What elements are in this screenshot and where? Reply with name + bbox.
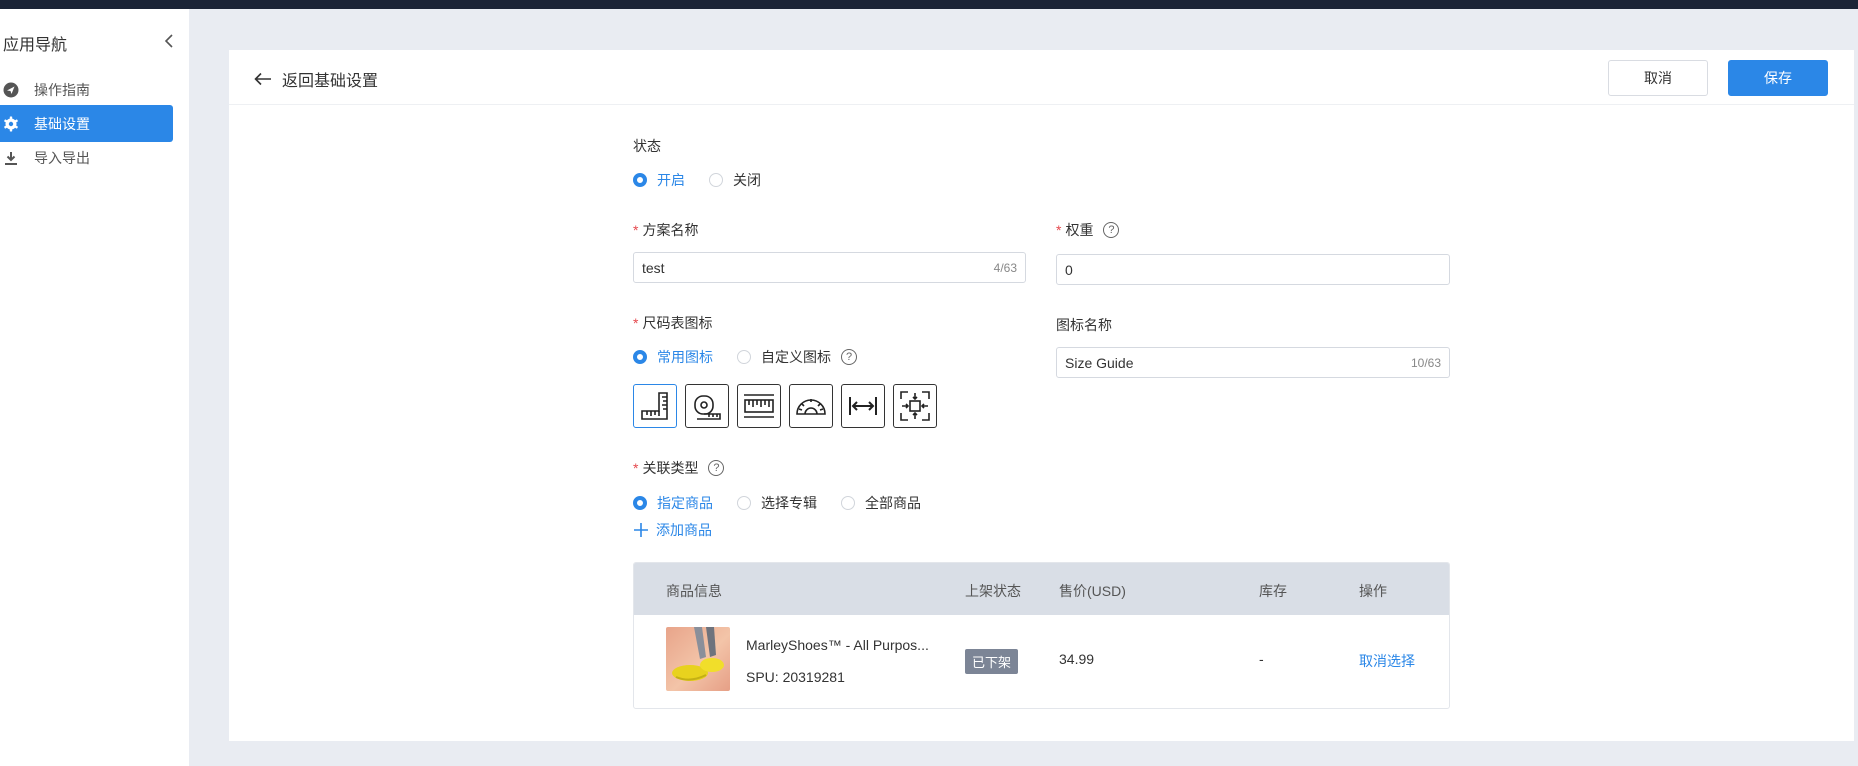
icon-name-field[interactable]: Size Guide 10/63 (1056, 347, 1450, 378)
plan-name-field[interactable]: test 4/63 (633, 252, 1026, 283)
product-price: 34.99 (1059, 651, 1095, 667)
protractor-icon-option[interactable] (789, 384, 833, 428)
column-header: 操作 (1359, 583, 1387, 599)
gear-icon (3, 116, 19, 132)
back-label: 返回基础设置 (282, 73, 379, 90)
plan-name-value: test (642, 259, 665, 276)
icon-name-value: Size Guide (1065, 354, 1134, 371)
arrow-left-icon (254, 72, 271, 86)
common-icon-label: 常用图标 (657, 349, 713, 365)
status-off-radio[interactable]: 关闭 (709, 170, 761, 190)
ruler-corner-icon-option[interactable] (633, 384, 677, 428)
back-button[interactable]: 返回基础设置 (254, 67, 378, 91)
ruler-icon (744, 394, 774, 418)
icon-name-count: 10/63 (1410, 355, 1441, 370)
size-icon-label: * 尺码表图标 (633, 315, 713, 331)
status-label: 状态 (633, 136, 661, 156)
sidebar-item-settings[interactable]: 基础设置 (0, 105, 173, 142)
status-on-radio[interactable]: 开启 (633, 170, 685, 190)
sidebar: 应用导航 操作指南 基础设置 导入导出 (0, 9, 189, 766)
specified-products-label: 指定商品 (657, 495, 713, 511)
save-button[interactable]: 保存 (1728, 60, 1828, 96)
plan-name-count: 4/63 (993, 260, 1017, 275)
status-on-label: 开启 (657, 172, 685, 188)
download-icon (3, 150, 19, 166)
help-icon[interactable]: ? (841, 349, 857, 365)
width-arrows-icon (849, 397, 877, 415)
select-collection-label: 选择专辑 (761, 495, 817, 511)
all-products-label: 全部商品 (865, 495, 921, 511)
send-icon (3, 82, 19, 98)
panel-header: 返回基础设置 取消 保存 (229, 50, 1854, 105)
custom-icon-radio[interactable]: 自定义图标 (737, 347, 831, 367)
plan-name-label: * 方案名称 (633, 222, 699, 238)
collapse-sidebar-icon[interactable] (160, 31, 180, 51)
status-radio-group: 开启 关闭 (633, 170, 761, 190)
ruler-icon-option[interactable] (737, 384, 781, 428)
weight-field[interactable]: 0 (1056, 254, 1450, 285)
plan-name-label-text: 方案名称 (642, 222, 699, 238)
column-header: 售价(USD) (1059, 583, 1126, 599)
size-icon-radio-group: 常用图标 自定义图标 ? (633, 347, 857, 367)
top-bar (0, 0, 1858, 9)
settings-panel: 返回基础设置 取消 保存 状态 开启 关闭 * 方案名称 test 4/63 * 权… (229, 50, 1854, 741)
sidebar-item-label: 基础设置 (34, 115, 90, 132)
common-icon-radio[interactable]: 常用图标 (633, 347, 713, 367)
sidebar-item-guide[interactable]: 操作指南 (0, 71, 173, 108)
product-spu: SPU: 20319281 (746, 669, 845, 685)
sidebar-item-label: 导入导出 (34, 149, 90, 166)
weight-label: * 权重 ? (1056, 220, 1120, 240)
ruler-corner-icon (641, 392, 668, 420)
status-badge: 已下架 (965, 649, 1019, 674)
add-product-label: 添加商品 (656, 522, 712, 538)
add-product-link[interactable]: 添加商品 (634, 520, 712, 540)
custom-icon-label: 自定义图标 (761, 349, 831, 365)
product-name[interactable]: MarleyShoes™ - All Purpos... (746, 637, 929, 653)
relation-type-label: * 关联类型 ? (633, 458, 725, 478)
plus-icon (634, 523, 648, 537)
sidebar-title: 应用导航 (3, 37, 68, 54)
sidebar-item-label: 操作指南 (34, 81, 90, 98)
select-collection-radio[interactable]: 选择专辑 (737, 493, 817, 513)
tape-measure-icon-option[interactable] (685, 384, 729, 428)
protractor-icon (796, 399, 826, 415)
tape-measure-icon (694, 395, 721, 420)
icon-name-label-text: 图标名称 (1056, 317, 1112, 333)
status-label-text: 状态 (633, 138, 661, 154)
width-arrows-icon-option[interactable] (841, 384, 885, 428)
table-header: 商品信息 上架状态 售价(USD) 库存 操作 (634, 563, 1449, 615)
column-header: 商品信息 (666, 583, 722, 599)
column-header: 库存 (1259, 583, 1287, 599)
size-icon-label-text: 尺码表图标 (642, 315, 713, 331)
column-header: 上架状态 (965, 583, 1021, 599)
product-table: 商品信息 上架状态 售价(USD) 库存 操作 MarleyShoes™ - A… (633, 562, 1450, 709)
dimension-frame-icon (900, 391, 930, 421)
cancel-button[interactable]: 取消 (1608, 60, 1708, 96)
specified-products-radio[interactable]: 指定商品 (633, 493, 713, 513)
deselect-link[interactable]: 取消选择 (1359, 651, 1415, 671)
product-thumbnail (666, 627, 730, 691)
sidebar-item-import-export[interactable]: 导入导出 (0, 139, 173, 176)
product-stock: - (1259, 651, 1264, 667)
weight-value: 0 (1065, 261, 1073, 278)
weight-label-text: 权重 (1065, 222, 1094, 238)
dimension-frame-icon-option[interactable] (893, 384, 937, 428)
all-products-radio[interactable]: 全部商品 (841, 493, 921, 513)
relation-type-label-text: 关联类型 (642, 460, 699, 476)
icon-name-label: 图标名称 (1056, 315, 1112, 335)
help-icon[interactable]: ? (1103, 222, 1120, 238)
relation-type-radio-group: 指定商品 选择专辑 全部商品 (633, 493, 921, 513)
status-off-label: 关闭 (733, 172, 761, 188)
help-icon[interactable]: ? (708, 460, 725, 476)
